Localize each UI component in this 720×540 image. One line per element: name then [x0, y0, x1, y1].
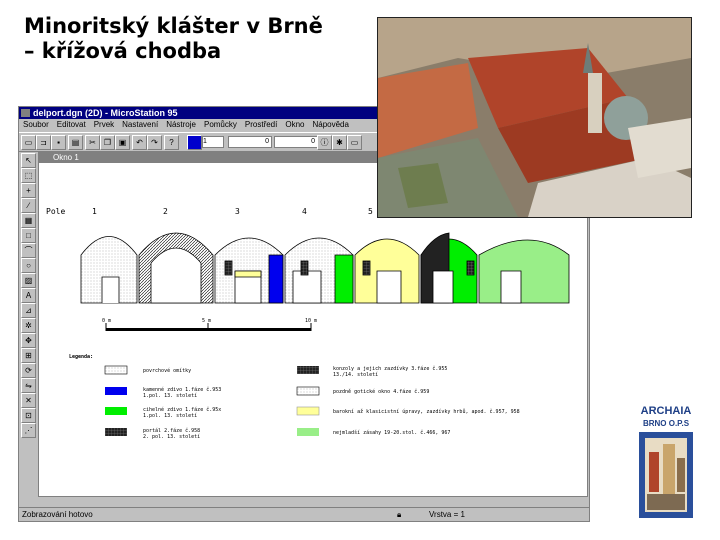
- scale-label-10: 10 m: [305, 318, 317, 324]
- context-help-icon[interactable]: ?: [164, 135, 179, 150]
- aerial-photo: [377, 17, 692, 218]
- redo-icon[interactable]: ↷: [147, 135, 162, 150]
- tool-palette: ↖ ⬚ + ∕ ▦ □ ⌒ ○ ▨ A ⊿ ✲ ✥ ⊞ ⟳ ⇋ ✕ ⊡ ⋰: [19, 151, 37, 506]
- new-file-icon[interactable]: ▭: [21, 135, 36, 150]
- pattern-icon[interactable]: ⋰: [21, 423, 36, 438]
- bay-number-5: 5: [368, 207, 373, 216]
- status-level: Vrstva = 1: [429, 510, 465, 519]
- menu-editovat[interactable]: Editovat: [53, 119, 90, 131]
- bay-number-4: 4: [302, 207, 307, 216]
- select-icon[interactable]: ↖: [21, 153, 36, 168]
- legend-left-label-2: kamenné zdivo 1.fáze č.953: [143, 386, 221, 393]
- logo-subtitle: BRNO O.P.S: [642, 419, 690, 428]
- line-style-combo[interactable]: 0: [228, 136, 272, 148]
- menu-soubor[interactable]: Soubor: [19, 119, 53, 131]
- bay-number-2: 2: [163, 207, 168, 216]
- undo-icon[interactable]: ↶: [132, 135, 147, 150]
- status-bar: Zobrazování hotovo 🔒︎ Vrstva = 1: [19, 507, 589, 521]
- legend-left-label-1: povrchové omítky: [143, 367, 191, 374]
- app-icon: [21, 109, 30, 117]
- modify-icon[interactable]: ✲: [21, 318, 36, 333]
- text-icon[interactable]: A: [21, 288, 36, 303]
- slide-title: Minoritský klášter v Brně – křížová chod…: [24, 14, 323, 64]
- status-message: Zobrazování hotovo: [22, 510, 93, 519]
- menu-napoveda[interactable]: Nápověda: [308, 119, 352, 131]
- paste-icon[interactable]: ▣: [115, 135, 130, 150]
- menu-okno[interactable]: Okno: [281, 119, 308, 131]
- legend-right-label-2: pozdně gotické okno 4.fáze č.959: [333, 388, 429, 395]
- legend-right-label-1: konzoly a jejich zazdívky 3.fáze č.955: [333, 365, 447, 372]
- legend-swatch-modern: [297, 428, 319, 436]
- title-line-1: Minoritský klášter v Brně: [24, 14, 323, 38]
- title-line-2: – křížová chodba: [24, 39, 222, 63]
- bay-number-1: 1: [92, 207, 97, 216]
- help-icon[interactable]: ⓘ: [317, 135, 332, 150]
- legend-left-sub-2: 1.pol. 13. století: [143, 392, 197, 399]
- dimension-icon[interactable]: ⊿: [21, 303, 36, 318]
- fence-icon[interactable]: ⬚: [21, 168, 36, 183]
- open-folder-icon[interactable]: ⊐: [36, 135, 51, 150]
- legend-swatch-stone: [105, 387, 127, 395]
- measure-icon[interactable]: ⊞: [21, 348, 36, 363]
- color-picker-icon[interactable]: [187, 135, 202, 150]
- drop-icon[interactable]: ⊡: [21, 408, 36, 423]
- move-icon[interactable]: ✥: [21, 333, 36, 348]
- rotate-icon[interactable]: ⟳: [21, 363, 36, 378]
- legend-right-sub-1: 13./14. století: [333, 371, 378, 378]
- legend-right-label-3: barokní až klasicistní úpravy, zazdívky …: [333, 408, 520, 415]
- line-icon[interactable]: ∕: [21, 198, 36, 213]
- scale-label-5: 5 m: [202, 318, 211, 324]
- legend-swatch-gothic-window: [296, 386, 320, 396]
- menu-pomucky[interactable]: Pomůcky: [200, 119, 241, 131]
- pole-label: Pole: [46, 207, 65, 216]
- logo-emblem: [639, 432, 693, 518]
- aerial-photo-illustration: [378, 18, 691, 217]
- legend-swatch-plaster: [104, 365, 128, 375]
- delete-icon[interactable]: ✕: [21, 393, 36, 408]
- legend-swatch-brick: [105, 407, 127, 415]
- lock-icon[interactable]: 🔒︎: [397, 508, 401, 521]
- legend-swatch-portal: [105, 428, 127, 436]
- point-icon[interactable]: +: [21, 183, 36, 198]
- rectangle-icon[interactable]: □: [21, 228, 36, 243]
- block-icon[interactable]: ▦: [21, 213, 36, 228]
- level-combo[interactable]: 1: [202, 136, 224, 148]
- print-icon[interactable]: ▤: [68, 135, 83, 150]
- logo-title: ARCHAIA: [640, 405, 692, 417]
- legend-title: Legenda:: [69, 354, 93, 360]
- menu-prostredi[interactable]: Prostředí: [241, 119, 281, 131]
- view-window-title: Okno 1: [53, 153, 79, 162]
- circle-icon[interactable]: ○: [21, 258, 36, 273]
- bay-number-3: 3: [235, 207, 240, 216]
- arc-icon[interactable]: ⌒: [21, 243, 36, 258]
- mirror-icon[interactable]: ⇋: [21, 378, 36, 393]
- legend-left-label-3: cihelné zdivo 1.fáze č.95x: [143, 406, 221, 413]
- legend-swatch-consoles: [297, 366, 319, 374]
- legend-right-label-4: nejmladší zásahy 19-20.stol. č.466, 967: [333, 429, 450, 436]
- menu-nastroje[interactable]: Nástroje: [162, 119, 200, 131]
- window-title: delport.dgn (2D) - MicroStation 95: [33, 108, 178, 118]
- legend-left-sub-4: 2. pol. 13. století: [143, 433, 200, 440]
- copy-icon[interactable]: ❐: [100, 135, 115, 150]
- legend-left-label-4: portál 2.fáze č.958: [143, 427, 200, 434]
- legend: Legenda: povrchové omítky kamenné zdivo …: [69, 354, 520, 440]
- cut-icon[interactable]: ✂: [85, 135, 100, 150]
- bulb-icon[interactable]: ✱: [332, 135, 347, 150]
- scale-label-0: 0 m: [102, 318, 111, 324]
- scale-bar: 0 m 5 m 10 m: [102, 318, 317, 331]
- save-icon[interactable]: ▪: [51, 135, 66, 150]
- menu-nastaveni[interactable]: Nastavení: [118, 119, 162, 131]
- elevation-drawing: [80, 232, 570, 304]
- legend-swatch-baroque: [296, 406, 320, 416]
- display-icon[interactable]: ▭: [347, 135, 362, 150]
- line-weight-combo[interactable]: 0: [274, 136, 318, 148]
- cell-icon[interactable]: ▨: [21, 273, 36, 288]
- legend-left-sub-3: 1.pol. 13. století: [143, 412, 197, 419]
- archaia-logo: ARCHAIA BRNO O.P.S: [637, 405, 695, 519]
- menu-prvek[interactable]: Prvek: [90, 119, 118, 131]
- horizontal-scrollbar[interactable]: [39, 496, 585, 507]
